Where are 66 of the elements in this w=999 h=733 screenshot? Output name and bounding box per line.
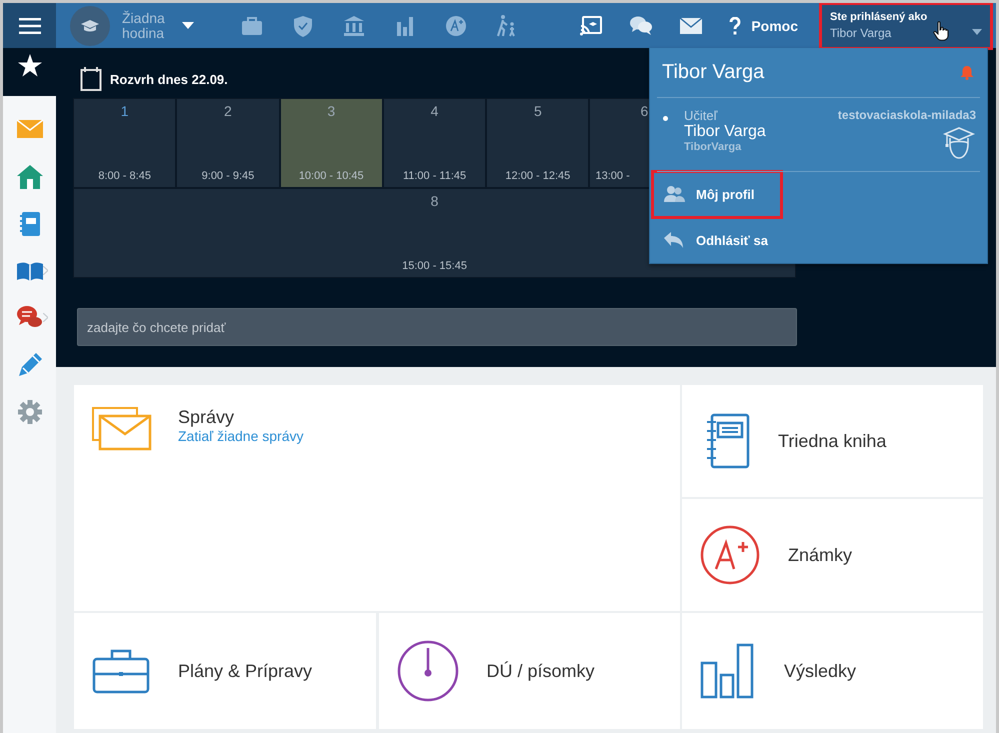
chevron-icon [43, 266, 48, 275]
add-field[interactable]: zadajte čo chcete pridať [77, 308, 797, 346]
hand-cursor-icon [933, 20, 950, 40]
tile-title: Známky [788, 544, 852, 566]
lesson-cell[interactable]: 2 9:00 - 9:45 [176, 98, 280, 188]
calendar-icon [80, 66, 102, 92]
bar-chart-icon [700, 643, 756, 699]
lesson-number: 4 [430, 103, 438, 119]
lesson-cell[interactable]: 4 11:00 - 11:45 [382, 98, 486, 188]
tile-title: Plány & Prípravy [178, 660, 312, 682]
star-icon[interactable] [18, 54, 42, 77]
lesson-time: 8:00 - 8:45 [98, 170, 151, 182]
school-name: testovaciaskola-milada3 [838, 108, 976, 122]
tile-subtitle: Zatiaľ žiadne správy [178, 428, 304, 444]
user-name: Tibor Varga [662, 60, 764, 84]
lesson-cell[interactable]: 1 8:00 - 8:45 [73, 98, 176, 188]
lesson-cell[interactable]: 5 12:00 - 12:45 [486, 98, 590, 188]
tile-title: Výsledky [784, 660, 856, 682]
menu-item[interactable]: Môj profil [653, 172, 781, 218]
envelope-icon [92, 407, 152, 451]
tile-card[interactable]: DÚ / písomky [378, 613, 680, 729]
graduation-cap-icon[interactable] [70, 6, 110, 46]
clock-icon [396, 640, 458, 702]
bank-icon[interactable] [342, 14, 366, 38]
chevron-icon [43, 313, 48, 322]
user-menu[interactable]: Ste prihlásený ako Tibor Varga [822, 4, 990, 46]
shield-check-icon[interactable] [291, 14, 315, 38]
grade-icon [700, 525, 760, 585]
home-icon[interactable] [16, 162, 44, 190]
tile-card[interactable]: Známky [682, 499, 983, 611]
lesson-number: 3 [327, 103, 336, 119]
teacher-avatar-icon [942, 126, 976, 160]
lesson-number: 6 [640, 103, 648, 119]
menu-icon[interactable] [18, 18, 40, 34]
reply-arrow-icon [663, 230, 685, 250]
cast-icon[interactable] [580, 16, 602, 36]
caret-icon [182, 22, 194, 29]
briefcase-icon [92, 648, 150, 694]
lesson-time: 9:00 - 9:45 [202, 170, 254, 182]
lesson-number: 5 [534, 103, 542, 119]
tile-title: Triedna kniha [778, 430, 886, 452]
caret-icon [972, 28, 982, 34]
grade-icon[interactable] [444, 14, 468, 38]
users-icon [663, 184, 685, 204]
schedule-title: Rozvrh dnes 22.09. [110, 72, 228, 86]
lesson-number: 1 [120, 103, 129, 119]
lesson-time: 12:00 - 12:45 [505, 170, 570, 182]
lesson-time: 10:00 - 10:45 [298, 170, 364, 182]
question-icon [729, 16, 742, 34]
envelope-icon[interactable] [680, 18, 702, 34]
tile-card[interactable]: Plány & Prípravy [74, 613, 376, 729]
tile-title: Správy [178, 407, 236, 428]
tile-card[interactable]: Triedna kniha [682, 385, 983, 497]
chat-icon[interactable] [629, 14, 654, 36]
tile-card[interactable]: Výsledky [682, 613, 983, 729]
notebook-icon [704, 413, 750, 469]
tile-title: DÚ / písomky [486, 660, 595, 682]
lesson-time: 11:00 - 11:45 [402, 170, 466, 182]
lesson-time: 15:00 - 15:45 [402, 260, 467, 272]
lesson-number: 8 [430, 193, 438, 209]
lesson-cell[interactable]: 3 10:00 - 10:45 [280, 98, 383, 188]
tile-card[interactable]: Správy Zatiaľ žiadne správy [74, 385, 680, 611]
help-button[interactable]: Pomoc [729, 16, 798, 34]
lesson-number: 2 [224, 103, 232, 119]
gear-icon[interactable] [16, 398, 44, 426]
lesson-time: 13:00 - [595, 170, 630, 182]
